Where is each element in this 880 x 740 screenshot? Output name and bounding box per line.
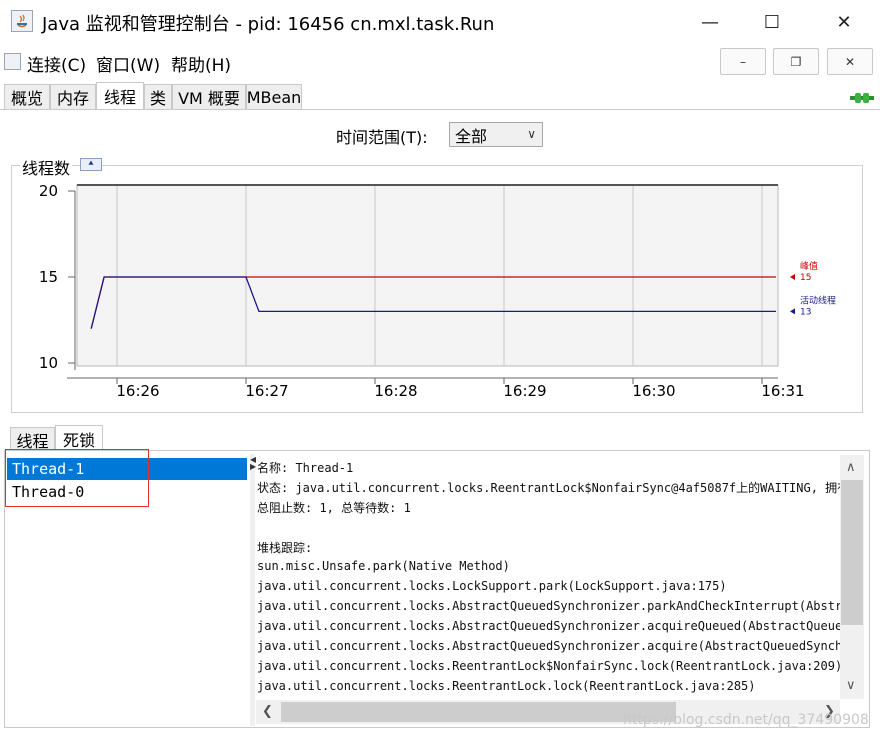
thread-count-chart: 16:26 16:27 16:28 16:29 16:30 16:31201510峰值15… bbox=[39, 182, 836, 400]
series-marker-icon bbox=[790, 274, 795, 280]
detail-line: 状态: java.util.concurrent.locks.Reentrant… bbox=[257, 481, 850, 495]
x-tick-label: 16:27 bbox=[245, 382, 288, 400]
scroll-left-arrow-icon[interactable]: ❮ bbox=[262, 704, 273, 719]
horizontal-scroll-thumb[interactable] bbox=[281, 702, 676, 722]
vertical-scroll-thumb[interactable] bbox=[841, 480, 863, 625]
detail-line: 堆栈跟踪: bbox=[257, 541, 313, 555]
detail-line: 名称: Thread-1 bbox=[257, 461, 354, 475]
y-tick-label: 15 bbox=[39, 268, 58, 286]
detail-line: java.util.concurrent.locks.AbstractQueue… bbox=[257, 639, 857, 653]
detail-line: java.util.concurrent.locks.ReentrantLock… bbox=[257, 679, 756, 693]
series-value-label: 15 bbox=[800, 273, 811, 283]
x-tick-label: 16:30 bbox=[632, 382, 675, 400]
plot-area bbox=[76, 184, 779, 367]
x-tick-label: 16:26 bbox=[116, 382, 159, 400]
tab-thread-list[interactable]: 线程 bbox=[10, 427, 55, 451]
x-tick-label: 16:31 bbox=[761, 382, 804, 400]
series-name-label: 峰值 bbox=[800, 260, 818, 272]
split-pane-divider[interactable] bbox=[250, 454, 255, 726]
detail-line: java.util.concurrent.locks.ReentrantLock… bbox=[257, 659, 843, 673]
y-tick-label: 20 bbox=[39, 182, 58, 200]
detail-line: java.util.concurrent.locks.AbstractQueue… bbox=[257, 599, 857, 613]
series-name-label: 活动线程 bbox=[800, 294, 836, 306]
detail-line: java.util.concurrent.locks.LockSupport.p… bbox=[257, 579, 727, 593]
x-tick-label: 16:29 bbox=[503, 382, 546, 400]
detail-line: 总阻止数: 1, 总等待数: 1 bbox=[257, 501, 411, 515]
series-marker-icon bbox=[790, 308, 795, 315]
detail-line: sun.misc.Unsafe.park(Native Method) bbox=[257, 559, 510, 573]
series-value-label: 13 bbox=[800, 307, 811, 317]
tab-deadlock[interactable]: 死锁 bbox=[55, 425, 103, 451]
highlight-box bbox=[5, 449, 149, 507]
watermark: https://blog.csdn.net/qq_37490908 bbox=[623, 712, 869, 728]
scroll-up-arrow-icon[interactable]: ∧ bbox=[846, 460, 856, 475]
scroll-down-arrow-icon[interactable]: ∨ bbox=[846, 678, 856, 693]
y-tick-label: 10 bbox=[39, 354, 58, 372]
x-tick-label: 16:28 bbox=[374, 382, 417, 400]
detail-line: java.util.concurrent.locks.AbstractQueue… bbox=[257, 619, 857, 633]
